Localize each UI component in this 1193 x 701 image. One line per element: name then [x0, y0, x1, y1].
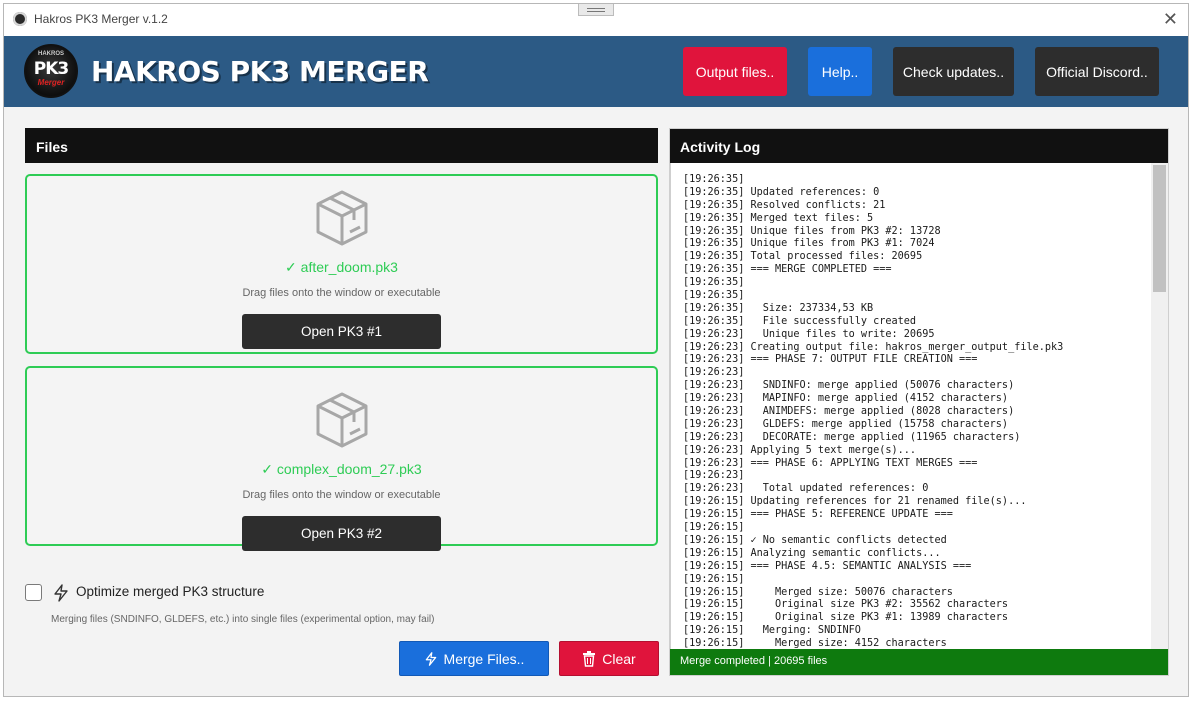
- title-bar[interactable]: Hakros PK3 Merger v.1.2 ✕: [4, 4, 1188, 37]
- log-line: [19:26:15] Merging: SNDINFO: [683, 625, 861, 637]
- merge-files-button[interactable]: Merge Files..: [399, 641, 549, 676]
- log-line: [19:26:23]: [683, 367, 745, 379]
- log-line: [19:26:23] ANIMDEFS: merge applied (8028…: [683, 406, 1015, 418]
- logo-top-text: HAKROS: [37, 51, 64, 57]
- trash-icon: [583, 650, 596, 667]
- log-line: [19:26:35] Unique files from PK3 #2: 137…: [683, 225, 941, 237]
- log-line: [19:26:23]: [683, 470, 745, 482]
- log-line: [19:26:23] GLDEFS: merge applied (15758 …: [683, 418, 1009, 430]
- log-line: [19:26:15] === PHASE 4.5: SEMANTIC ANALY…: [683, 560, 972, 572]
- logo-main-text: PK3: [33, 59, 69, 79]
- log-line: [19:26:23] Applying 5 text merge(s)...: [683, 444, 917, 456]
- log-line: [19:26:15] Original size PK3 #2: 35562 c…: [683, 599, 1009, 611]
- lightning-icon: [54, 584, 68, 602]
- log-line: [19:26:35] Updated references: 0: [683, 186, 880, 198]
- open-pk3-1-button[interactable]: Open PK3 #1: [242, 314, 441, 349]
- pk3-2-hint: Drag files onto the window or executable: [242, 489, 441, 501]
- log-line: [19:26:23] Unique files to write: 20695: [683, 328, 935, 340]
- log-line: [19:26:15]: [683, 522, 745, 534]
- log-scrollbar[interactable]: [1151, 163, 1168, 649]
- log-line: [19:26:23] DECORATE: merge applied (1196…: [683, 431, 1021, 443]
- log-line: [19:26:23] === PHASE 6: APPLYING TEXT ME…: [683, 457, 978, 469]
- app-brand-title: HAKROS PK3 MERGER: [91, 55, 429, 88]
- log-line: [19:26:23] Creating output file: hakros_…: [683, 341, 1064, 353]
- app-header: HAKROS PK3 Merger HAKROS PK3 MERGER Outp…: [4, 36, 1188, 107]
- log-line: [19:26:35] Size: 237334,53 KB: [683, 302, 874, 314]
- log-line: [19:26:23] SNDINFO: merge applied (50076…: [683, 380, 1015, 392]
- log-line: [19:26:23] MAPINFO: merge applied (4152 …: [683, 393, 1009, 405]
- logo-sub-text: Merger: [37, 78, 65, 87]
- log-line: [19:26:15] Merged size: 50076 characters: [683, 586, 953, 598]
- log-line: [19:26:15] Analyzing semantic conflicts.…: [683, 547, 941, 559]
- clear-button[interactable]: Clear: [559, 641, 659, 676]
- app-icon: [13, 12, 27, 26]
- log-line: [19:26:15] Merged size: 4152 characters: [683, 638, 947, 649]
- log-line: [19:26:35]: [683, 290, 745, 302]
- check-updates-button[interactable]: Check updates..: [893, 47, 1014, 96]
- files-panel-title: Files: [25, 128, 658, 163]
- log-line: [19:26:15] Updating references for 21 re…: [683, 496, 1027, 508]
- log-scroll-thumb[interactable]: [1153, 165, 1166, 292]
- pk3-2-dropzone[interactable]: ✓ complex_doom_27.pk3 Drag files onto th…: [25, 366, 658, 551]
- app-logo: HAKROS PK3 Merger: [24, 44, 78, 98]
- log-line: [19:26:35] Merged text files: 5: [683, 212, 874, 224]
- clear-label: Clear: [602, 650, 636, 667]
- drag-handle-icon[interactable]: [578, 4, 614, 16]
- pk3-2-filename: ✓ complex_doom_27.pk3: [261, 461, 422, 477]
- optimize-description: Merging files (SNDINFO, GLDEFS, etc.) in…: [51, 614, 435, 625]
- log-line: [19:26:35]: [683, 277, 745, 289]
- lightning-icon: [425, 651, 436, 666]
- activity-log[interactable]: [19:26:35] [19:26:35] Updated references:…: [670, 163, 1168, 649]
- log-line: [19:26:35] Total processed files: 20695: [683, 251, 923, 263]
- log-line: [19:26:35] Unique files from PK3 #1: 702…: [683, 238, 935, 250]
- optimize-label[interactable]: Optimize merged PK3 structure: [76, 584, 264, 599]
- output-files-button[interactable]: Output files..: [683, 47, 787, 96]
- open-pk3-2-button[interactable]: Open PK3 #2: [242, 516, 441, 551]
- log-line: [19:26:23] Total updated references: 0: [683, 483, 929, 495]
- log-line: [19:26:15] Original size PK3 #1: 13989 c…: [683, 612, 1009, 624]
- log-line: [19:26:35] File successfully created: [683, 315, 917, 327]
- log-line: [19:26:15] === PHASE 5: REFERENCE UPDATE…: [683, 509, 953, 521]
- merge-files-label: Merge Files..: [443, 650, 525, 667]
- app-window: Hakros PK3 Merger v.1.2 ✕ HAKROS PK3 Mer…: [3, 3, 1189, 697]
- log-line: [19:26:35]: [683, 174, 745, 185]
- activity-log-title: Activity Log: [669, 128, 1169, 163]
- log-line: [19:26:35] Resolved conflicts: 21: [683, 199, 886, 211]
- log-line: [19:26:23] === PHASE 7: OUTPUT FILE CREA…: [683, 354, 978, 366]
- package-icon: [316, 392, 368, 448]
- status-bar: Merge completed | 20695 files: [670, 649, 1168, 675]
- log-line: [19:26:35] === MERGE COMPLETED ===: [683, 264, 892, 276]
- log-line: [19:26:15]: [683, 573, 745, 585]
- pk3-1-filename: ✓ after_doom.pk3: [285, 259, 398, 275]
- pk3-1-dropzone[interactable]: ✓ after_doom.pk3 Drag files onto the win…: [25, 174, 658, 354]
- window-title: Hakros PK3 Merger v.1.2: [34, 12, 168, 26]
- help-button[interactable]: Help..: [808, 47, 872, 96]
- pk3-1-hint: Drag files onto the window or executable: [242, 287, 441, 299]
- optimize-checkbox[interactable]: [25, 584, 42, 601]
- log-line: [19:26:15] ✓ No semantic conflicts detec…: [683, 534, 947, 546]
- package-icon: [316, 190, 368, 246]
- log-lines: [19:26:35] [19:26:35] Updated references:…: [683, 174, 1153, 649]
- official-discord-button[interactable]: Official Discord..: [1035, 47, 1159, 96]
- close-icon[interactable]: ✕: [1163, 10, 1178, 28]
